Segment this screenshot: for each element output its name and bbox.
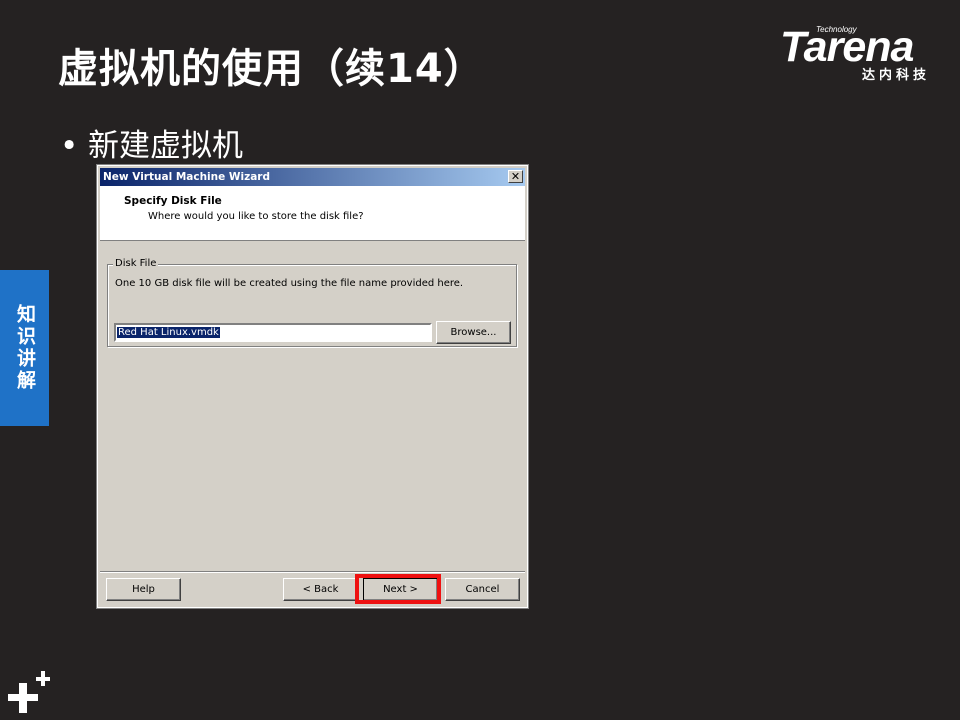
side-tab-label: 知识讲解 bbox=[0, 270, 49, 426]
disk-file-group: Disk File One 10 GB disk file will be cr… bbox=[107, 258, 517, 347]
wizard-header-panel: Specify Disk File Where would you like t… bbox=[100, 186, 525, 241]
group-label: Disk File bbox=[113, 258, 159, 269]
tarena-logo: Technology Tarena 达内科技 bbox=[780, 22, 950, 84]
logo-chinese-name: 达内科技 bbox=[862, 68, 931, 83]
bullet-dot: • bbox=[60, 128, 79, 164]
help-button[interactable]: Help bbox=[106, 578, 181, 601]
dialog-titlebar[interactable]: New Virtual Machine Wizard ✕ bbox=[100, 168, 525, 186]
dialog-title: New Virtual Machine Wizard bbox=[103, 171, 270, 183]
selected-file-name: Red Hat Linux.vmdk bbox=[117, 327, 220, 338]
slide-title: 虚拟机的使用（续14） bbox=[58, 46, 485, 92]
back-button[interactable]: < Back bbox=[283, 578, 358, 601]
plus-logo-icon bbox=[8, 671, 50, 713]
group-description: One 10 GB disk file will be created usin… bbox=[115, 278, 464, 289]
logo-wordmark: Tarena bbox=[780, 23, 914, 71]
disk-file-name-input[interactable]: Red Hat Linux.vmdk bbox=[114, 323, 432, 342]
bullet-text: 新建虚拟机 bbox=[88, 128, 243, 164]
cancel-button[interactable]: Cancel bbox=[445, 578, 520, 601]
new-vm-wizard-dialog: New Virtual Machine Wizard ✕ Specify Dis… bbox=[96, 164, 529, 609]
close-icon[interactable]: ✕ bbox=[508, 170, 523, 183]
next-button-highlight bbox=[355, 574, 441, 604]
step-subtitle: Where would you like to store the disk f… bbox=[148, 211, 364, 222]
browse-button[interactable]: Browse... bbox=[436, 321, 511, 344]
step-title: Specify Disk File bbox=[124, 195, 222, 207]
footer-divider bbox=[100, 571, 525, 573]
bullet-item: • 新建虚拟机 bbox=[60, 120, 243, 165]
